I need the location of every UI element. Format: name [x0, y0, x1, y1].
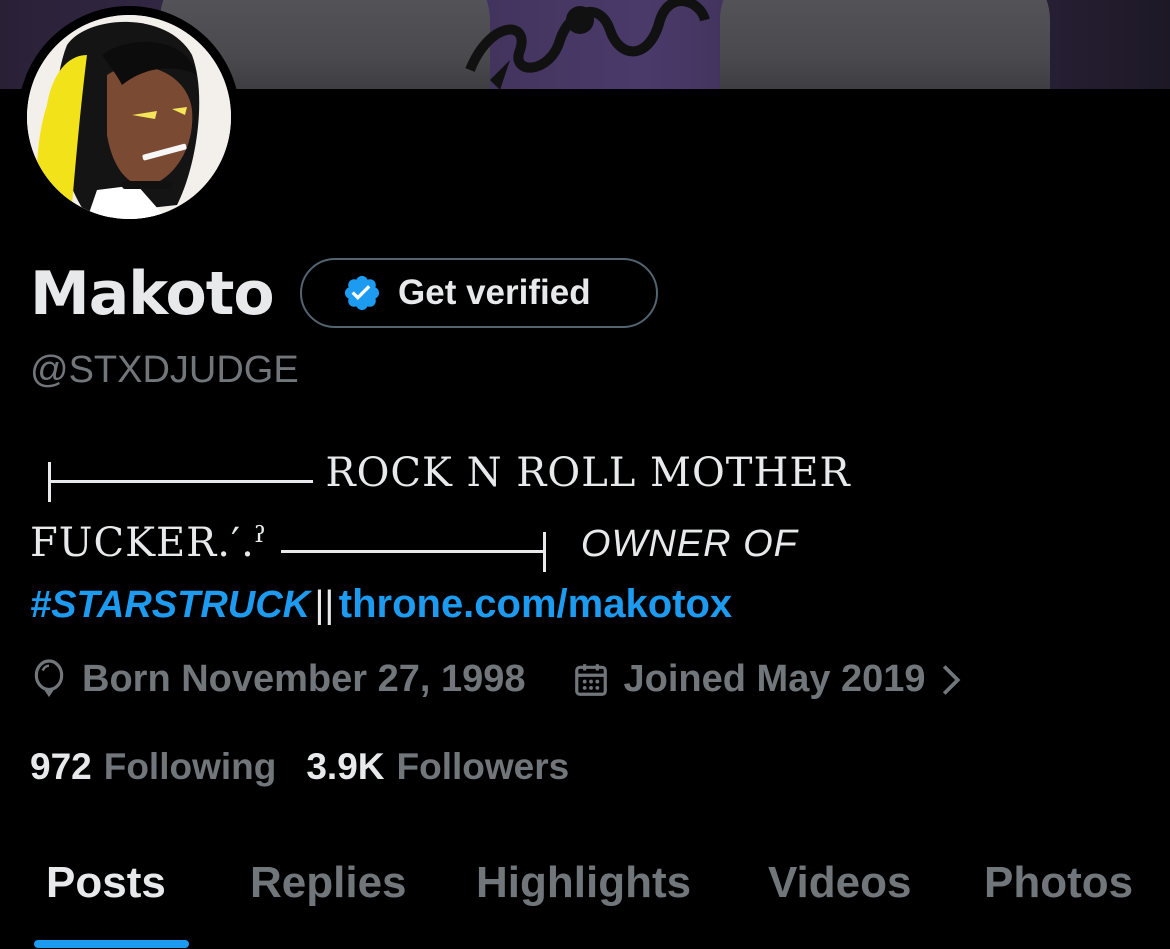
bio-line-1: ROCK N ROLL MOTHER [30, 450, 851, 502]
banner-swirl-art [465, 0, 710, 89]
profile-handle: @STXDJUDGE [30, 349, 299, 391]
bio-line-3: #STARSTRUCK || throne.com/makotox [30, 582, 732, 630]
chevron-right-icon [942, 664, 961, 695]
balloon-icon [34, 658, 64, 697]
tab-photos[interactable]: Photos [984, 858, 1133, 908]
following-count[interactable]: 972 Following [30, 746, 276, 788]
followers-count[interactable]: 3.9K Followers [306, 746, 569, 788]
tab-highlights[interactable]: Highlights [476, 858, 691, 908]
followers-label: Followers [396, 746, 570, 787]
profile-link[interactable]: throne.com/makotox [339, 582, 732, 626]
avatar-illustration [27, 15, 231, 219]
get-verified-button[interactable]: Get verified [300, 258, 658, 328]
get-verified-label: Get verified [398, 273, 591, 312]
avatar[interactable] [18, 6, 240, 228]
following-number: 972 [30, 746, 92, 787]
bio-rule-1 [51, 480, 313, 484]
display-name: Makoto [30, 259, 275, 329]
bio-text-2: FUCKER.′.ˀ [30, 520, 267, 566]
tab-videos[interactable]: Videos [768, 858, 911, 908]
follow-counts: 972 Following 3.9K Followers [30, 746, 569, 788]
join-date-text: Joined May 2019 [623, 658, 926, 700]
tab-posts[interactable]: Posts [46, 858, 166, 908]
followers-number: 3.9K [306, 746, 385, 787]
profile-meta: Born November 27, 1998 Joined May 2019 [30, 658, 962, 701]
birthdate-text: Born November 27, 1998 [82, 658, 526, 700]
tab-replies[interactable]: Replies [250, 858, 407, 908]
bio-rule-2 [281, 550, 544, 554]
banner-figure-right [720, 0, 1050, 89]
calendar-icon [574, 663, 607, 696]
verified-badge-icon [344, 275, 380, 311]
hashtag-link[interactable]: #STARSTRUCK [30, 584, 310, 626]
bio-line-2: FUCKER.′.ˀ OWNER OF [30, 520, 798, 572]
birthdate: Born November 27, 1998 [30, 658, 526, 701]
following-label: Following [103, 746, 277, 787]
profile-tabs: Posts Replies Highlights Videos Photos [0, 850, 1170, 949]
bio-rule-end-tick [543, 531, 547, 572]
bio-separator: || [314, 584, 335, 626]
avatar-image [27, 15, 231, 219]
bio-text-1: ROCK N ROLL MOTHER [325, 450, 851, 496]
join-date[interactable]: Joined May 2019 [572, 658, 962, 701]
bio-owner-label: OWNER OF [580, 523, 798, 565]
active-tab-indicator [34, 940, 189, 948]
